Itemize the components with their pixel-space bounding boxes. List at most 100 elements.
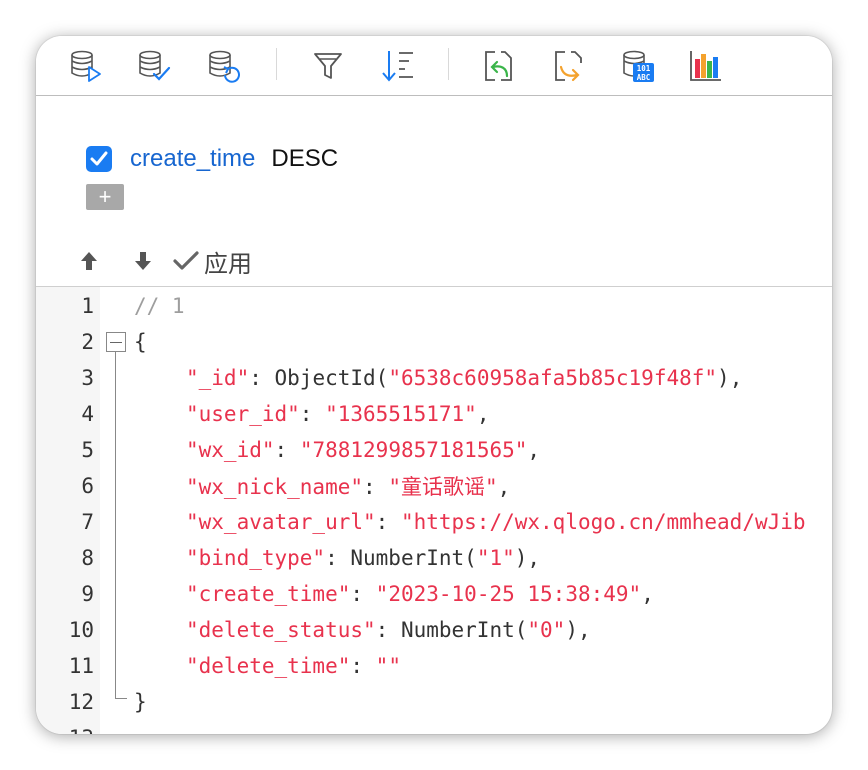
json-punctuation: ,	[641, 582, 654, 606]
json-punctuation: ,	[497, 475, 511, 499]
toolbar-separator	[448, 48, 449, 80]
code-text: "wx_avatar_url": "https://wx.qlogo.cn/mm…	[186, 510, 806, 534]
code-line: 9 "create_time": "2023-10-25 15:38:49",	[36, 576, 832, 612]
sort-panel: create_time DESC + 应用	[36, 96, 832, 286]
binary-top-text: 101	[637, 64, 651, 73]
code-line: 2{	[36, 324, 832, 360]
filter-icon[interactable]	[310, 48, 346, 84]
arrow-down-icon	[135, 252, 151, 270]
code-text: "_id": ObjectId("6538c60958afa5b85c19f48…	[186, 366, 742, 390]
sort-direction[interactable]: DESC	[271, 145, 338, 173]
check-icon	[173, 251, 199, 270]
json-value: "童话歌谣"	[388, 475, 498, 499]
line-number: 5	[81, 438, 94, 462]
apply-label: 应用	[204, 250, 252, 278]
json-value: "6538c60958afa5b85c19f48f"	[388, 366, 718, 390]
sort-rule-row: create_time DESC	[86, 144, 338, 174]
json-key: "_id"	[186, 366, 250, 390]
json-value: ""	[375, 654, 401, 678]
json-function: ObjectId(	[274, 366, 389, 390]
json-value: "https://wx.qlogo.cn/mmhead/wJib	[400, 510, 806, 534]
checkmark-icon	[90, 151, 108, 166]
line-number: 10	[68, 618, 94, 642]
json-key: "delete_status"	[186, 618, 376, 642]
database-refresh-icon[interactable]	[206, 48, 242, 84]
code-line: 1 // 1	[36, 288, 832, 324]
import-icon[interactable]	[480, 48, 516, 84]
code-line: 11 "delete_time": ""	[36, 648, 832, 684]
json-key: "bind_type"	[186, 546, 326, 570]
line-number: 1	[81, 294, 94, 318]
database-binary-icon[interactable]: 101 ABC	[620, 48, 656, 84]
code-line: 12}	[36, 684, 832, 720]
chart-icon[interactable]	[688, 48, 724, 84]
json-key: "wx_avatar_url"	[186, 510, 376, 534]
line-number: 12	[68, 690, 94, 714]
apply-button[interactable]: 应用	[172, 244, 252, 279]
sort-actions: 应用	[76, 244, 252, 279]
json-colon: :	[325, 546, 351, 570]
line-number: 6	[81, 474, 94, 498]
json-colon: :	[363, 475, 389, 499]
sort-icon[interactable]	[380, 48, 416, 84]
json-colon: :	[375, 618, 401, 642]
json-colon: :	[274, 438, 300, 462]
code-brace: {	[134, 330, 147, 354]
json-colon: :	[350, 654, 376, 678]
json-colon: :	[375, 510, 401, 534]
line-number: 9	[81, 582, 94, 606]
sort-editor-window: 101 ABC create_time DESC + 应用 1 // 1 2 {…	[36, 36, 832, 734]
json-key: "user_id"	[186, 402, 300, 426]
sort-field-name[interactable]: create_time	[130, 145, 255, 173]
json-function: NumberInt(	[400, 618, 528, 642]
code-line: 3 "_id": ObjectId("6538c60958afa5b85c19f4…	[36, 360, 832, 396]
code-text: "delete_time": ""	[186, 654, 401, 678]
json-colon: :	[350, 582, 376, 606]
json-value: "1365515171"	[325, 402, 477, 426]
json-value: "1"	[476, 546, 515, 570]
json-value: "7881299857181565"	[299, 438, 528, 462]
code-line: 4 "user_id": "1365515171",	[36, 396, 832, 432]
line-number: 2	[81, 330, 94, 354]
line-number: 11	[68, 654, 94, 678]
move-up-button[interactable]	[76, 250, 102, 272]
toolbar: 101 ABC	[36, 36, 832, 96]
code-brace: }	[134, 690, 147, 714]
line-number: 8	[81, 546, 94, 570]
json-key: "wx_nick_name"	[186, 475, 364, 499]
line-number: 4	[81, 402, 94, 426]
json-punctuation: ,	[527, 438, 541, 462]
code-line: 5 "wx_id": "7881299857181565",	[36, 432, 832, 468]
json-function: NumberInt(	[350, 546, 477, 570]
code-text: {	[134, 330, 147, 354]
result-code-editor[interactable]: 1// 1 2{3 "_id": ObjectId("6538c60958afa5b…	[36, 287, 832, 734]
code-text: "wx_nick_name": "童话歌谣",	[186, 471, 510, 501]
line-number: 3	[81, 366, 94, 390]
code-line: 10 "delete_status": NumberInt("0"),	[36, 612, 832, 648]
code-line: 7 "wx_avatar_url": "https://wx.qlogo.cn/m…	[36, 504, 832, 540]
json-key: "delete_time"	[186, 654, 351, 678]
export-icon[interactable]	[550, 48, 586, 84]
database-check-icon[interactable]	[136, 48, 172, 84]
json-punctuation: ,	[476, 402, 490, 426]
move-down-button[interactable]	[130, 250, 156, 272]
json-key: "wx_id"	[186, 438, 275, 462]
arrow-up-icon	[81, 252, 97, 270]
json-punctuation: ),	[565, 618, 591, 642]
code-text: "wx_id": "7881299857181565",	[186, 438, 540, 462]
code-text: // 1	[134, 294, 185, 318]
line-number: 7	[81, 510, 94, 534]
sort-enabled-checkbox[interactable]	[86, 146, 112, 172]
database-run-icon[interactable]	[68, 48, 104, 84]
code-text: "delete_status": NumberInt("0"),	[186, 618, 591, 642]
code-line: 8 "bind_type": NumberInt("1"),	[36, 540, 832, 576]
json-colon: :	[249, 366, 275, 390]
json-punctuation: ),	[717, 366, 743, 390]
add-sort-rule-button[interactable]: +	[86, 184, 124, 210]
code-comment: // 1	[134, 294, 185, 318]
json-punctuation: ),	[514, 546, 541, 570]
code-text: "bind_type": NumberInt("1"),	[186, 546, 540, 570]
binary-bottom-text: ABC	[637, 73, 651, 82]
code-line: 13	[36, 720, 832, 734]
code-line: 6 "wx_nick_name": "童话歌谣",	[36, 468, 832, 504]
